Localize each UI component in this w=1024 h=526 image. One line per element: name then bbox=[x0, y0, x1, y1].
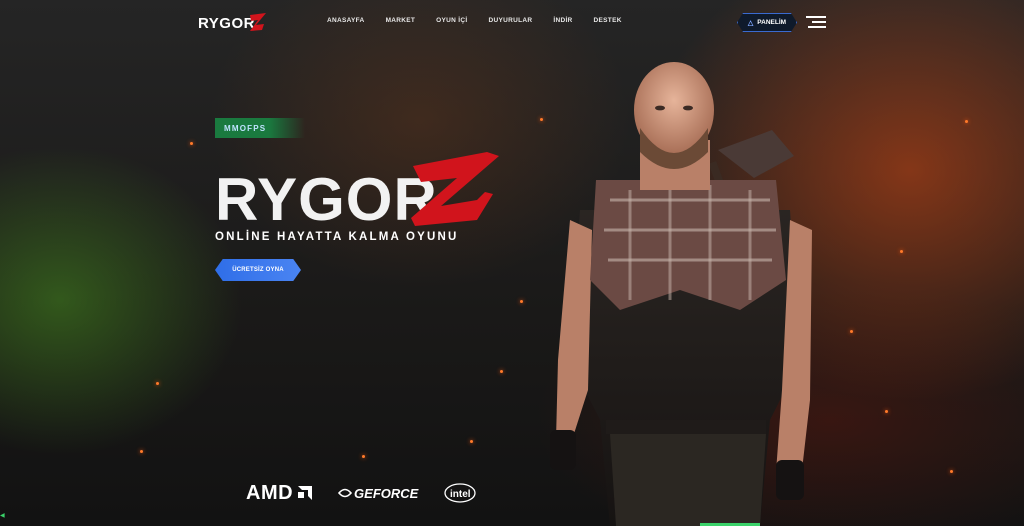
amd-logo: AMD bbox=[246, 482, 314, 505]
corner-indicator: ◀ bbox=[0, 513, 5, 519]
site-logo[interactable]: RYGOR bbox=[198, 11, 268, 33]
panel-button-label: PANELİM bbox=[757, 19, 787, 26]
top-navigation: RYGOR ANASAYFA MARKET OYUN İÇİ DUYURULAR… bbox=[0, 0, 1024, 44]
hamburger-menu-icon[interactable] bbox=[806, 15, 826, 29]
nav-link-anasayfa[interactable]: ANASAYFA bbox=[327, 17, 365, 24]
play-free-button[interactable]: ÜCRETSİZ OYNA bbox=[215, 259, 301, 281]
nav-menu: ANASAYFA MARKET OYUN İÇİ DUYURULAR İNDİR… bbox=[327, 17, 643, 24]
hero-subtitle: ONLİNE HAYATTA KALMA OYUNU bbox=[215, 231, 459, 243]
genre-tag: MMOFPS bbox=[215, 118, 305, 138]
intel-logo: intel bbox=[444, 483, 476, 503]
hero-game-logo: RYGOR bbox=[215, 152, 499, 228]
svg-text:intel: intel bbox=[450, 489, 471, 500]
panel-button[interactable]: △ PANELİM bbox=[737, 13, 797, 32]
nav-link-indir[interactable]: İNDİR bbox=[553, 17, 572, 24]
nav-link-duyurular[interactable]: DUYURULAR bbox=[488, 17, 532, 24]
svg-text:RYGOR: RYGOR bbox=[215, 166, 438, 228]
nav-link-market[interactable]: MARKET bbox=[386, 17, 416, 24]
geforce-eye-icon bbox=[338, 488, 353, 498]
nav-link-destek[interactable]: DESTEK bbox=[594, 17, 622, 24]
amd-arrow-icon bbox=[298, 486, 313, 500]
nav-link-oyun-ici[interactable]: OYUN İÇİ bbox=[436, 17, 467, 24]
user-shield-icon: △ bbox=[747, 19, 754, 27]
sponsor-logos: AMD GEFORCE intel bbox=[246, 480, 476, 506]
geforce-logo: GEFORCE bbox=[338, 486, 418, 501]
svg-text:RYGOR: RYGOR bbox=[198, 15, 255, 32]
hero-character-image bbox=[550, 62, 812, 526]
